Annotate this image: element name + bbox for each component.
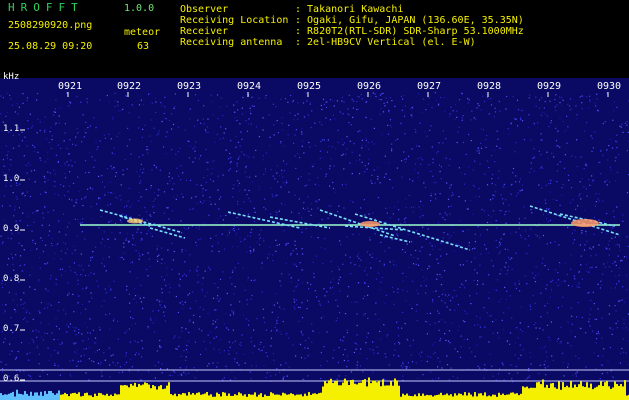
time-tick-0921: 0921 [58,81,83,92]
time-tick-0929: 0929 [537,81,562,92]
time-tick-0924: 0924 [237,81,262,92]
freq-tick-0-8: 0.8 [3,274,20,284]
spectrogram [0,78,629,400]
time-tick-0926: 0926 [357,81,382,92]
time-tick-0928: 0928 [477,81,502,92]
time-tick-0922: 0922 [117,81,142,92]
freq-tick-1-1: 1.1 [3,124,20,134]
freq-unit-label: kHz [3,72,20,82]
time-tick-0930: 0930 [597,81,622,92]
freq-tick-1-0: 1.0 [3,174,20,184]
freq-tick-0-9: 0.9 [3,224,20,234]
time-tick-0923: 0923 [177,81,202,92]
freq-tick-0-7: 0.7 [3,324,20,334]
echo-core-0929 [571,219,599,227]
plot-background [0,78,629,400]
time-tick-0927: 0927 [417,81,442,92]
freq-tick-0-6: 0.6 [3,374,20,384]
time-tick-0925: 0925 [297,81,322,92]
echo-core-0926 [360,221,380,227]
echo-core-0922 [127,218,143,224]
